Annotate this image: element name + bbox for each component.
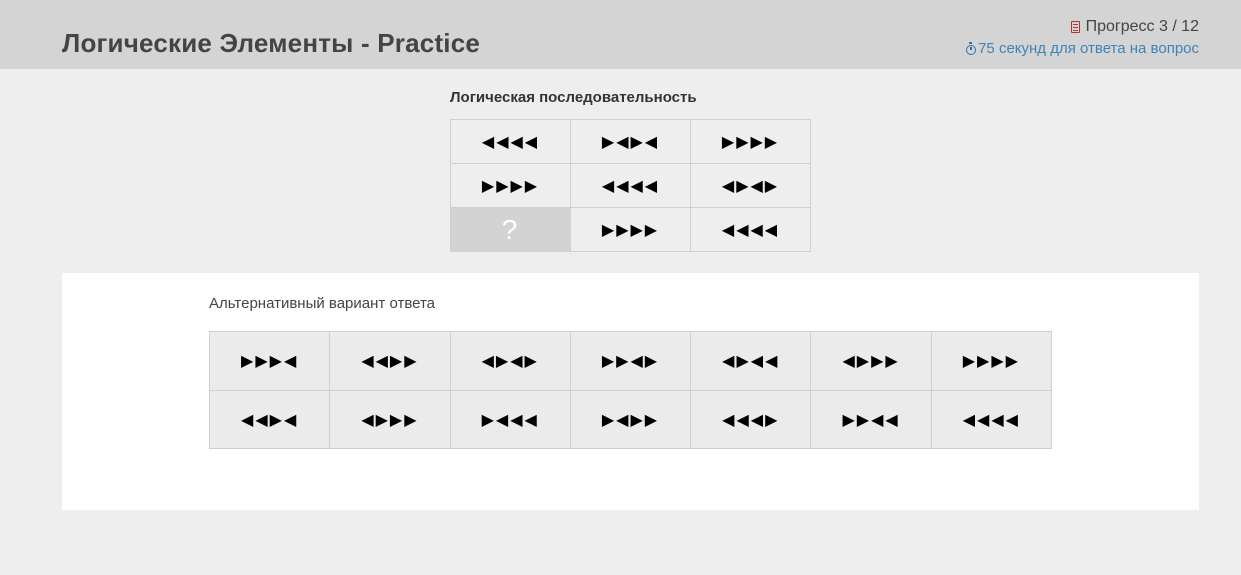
sequence-cell: ◀◀◀◀: [691, 208, 811, 252]
answer-option[interactable]: ◀◀◀▶: [691, 390, 812, 449]
answer-option[interactable]: ▶▶◀◀: [811, 390, 932, 449]
answer-option[interactable]: ▶▶◀▶: [570, 332, 692, 391]
timer-label: 75 секунд для ответа на вопрос: [978, 40, 1199, 57]
sequence-cell: ▶◀▶◀: [571, 120, 691, 164]
answer-option[interactable]: ◀▶▶▶: [811, 332, 932, 391]
page-title: Логические Элементы - Practice: [62, 28, 481, 58]
answer-option[interactable]: ▶▶▶◀: [210, 332, 331, 391]
progress-indicator: Прогресс 3 / 12: [1070, 18, 1199, 36]
sequence-cell: ▶▶▶▶: [691, 120, 811, 164]
sequence-cell: ◀◀◀◀: [571, 164, 691, 208]
answer-option[interactable]: ◀▶◀▶: [450, 332, 571, 391]
answer-option[interactable]: ◀◀▶◀: [210, 390, 331, 449]
header-bar: Логические Элементы - Practice Прогресс …: [0, 0, 1241, 69]
answer-option[interactable]: ◀▶▶▶: [330, 390, 451, 449]
answer-option[interactable]: ▶▶▶▶: [931, 332, 1052, 391]
sequence-cell: ▶▶▶▶: [451, 164, 571, 208]
sequence-cell: ◀◀◀◀: [451, 120, 571, 164]
sequence-title: Логическая последовательность: [450, 89, 697, 106]
timer-indicator: 75 секунд для ответа на вопрос: [966, 40, 1199, 57]
answer-grid: ▶▶▶◀ ◀◀▶▶ ◀▶◀▶ ▶▶◀▶ ◀▶◀◀ ◀▶▶▶ ▶▶▶▶ ◀◀▶◀ …: [209, 331, 1052, 449]
answer-option[interactable]: ▶◀▶▶: [570, 390, 692, 449]
progress-label: Прогресс 3 / 12: [1085, 18, 1199, 35]
sequence-cell: ▶▶▶▶: [571, 208, 691, 252]
answer-option[interactable]: ◀◀◀◀: [931, 390, 1052, 449]
answer-panel: Альтернативный вариант ответа ▶▶▶◀ ◀◀▶▶ …: [62, 273, 1199, 510]
sequence-cell-unknown: ?: [451, 208, 571, 252]
sequence-cell: ◀▶◀▶: [691, 164, 811, 208]
stopwatch-icon: [966, 41, 977, 55]
sequence-grid: ◀◀◀◀ ▶◀▶◀ ▶▶▶▶ ▶▶▶▶ ◀◀◀◀ ◀▶◀▶ ? ▶▶▶▶ ◀◀◀…: [450, 119, 811, 252]
document-icon: [1070, 21, 1080, 33]
answer-option[interactable]: ◀◀▶▶: [330, 332, 451, 391]
answer-option[interactable]: ◀▶◀◀: [691, 332, 812, 391]
answer-title: Альтернативный вариант ответа: [209, 295, 436, 312]
answer-option[interactable]: ▶◀◀◀: [450, 390, 571, 449]
